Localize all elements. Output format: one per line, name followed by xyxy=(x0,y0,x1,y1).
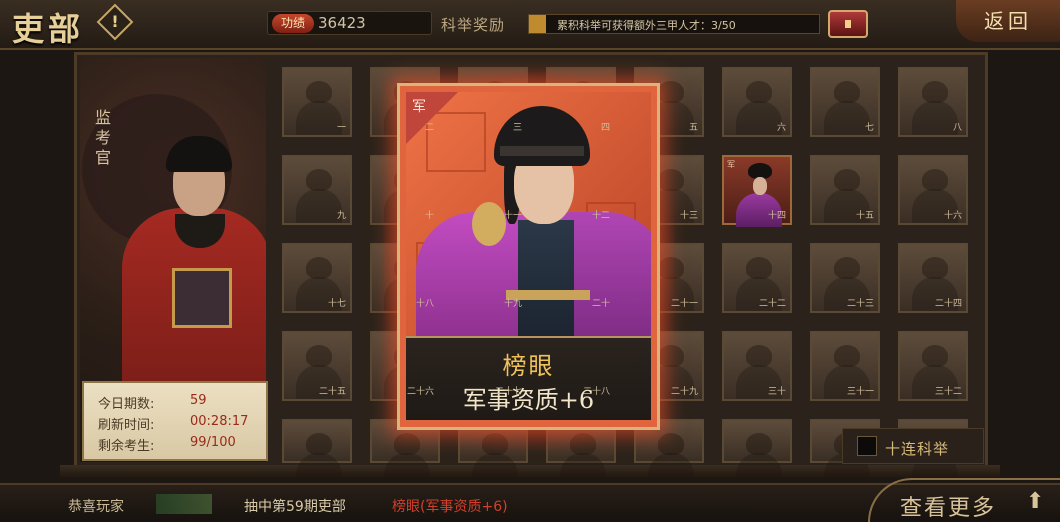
candidate-card[interactable]: 二十四 xyxy=(898,243,968,313)
candidate-card[interactable]: 九 xyxy=(282,155,352,225)
shoulder-ornament xyxy=(472,202,506,246)
card-number: 二十 xyxy=(591,299,610,309)
top-bar: 吏部 ! 功绩 36423 科举奖励 累积科举可获得额外三甲人才：3/50 返回 xyxy=(0,0,1060,50)
robe-left xyxy=(416,212,526,336)
stat-value: 00:28:17 xyxy=(190,414,249,429)
ten-pull-label: 十连科举 xyxy=(885,440,950,458)
examiner-rank-patch xyxy=(172,268,232,328)
candidate-card[interactable]: 三十二 xyxy=(898,331,968,401)
card-number: 十六 xyxy=(943,211,962,221)
exam-reward-label: 科举奖励 xyxy=(441,16,506,34)
card-number: 八 xyxy=(952,123,962,133)
candidate-card[interactable]: 一 xyxy=(282,67,352,137)
card-number: 三 xyxy=(512,123,522,133)
stat-label: 剩余考生: xyxy=(98,439,155,454)
card-number: 三十 xyxy=(767,387,786,397)
stat-label: 刷新时间: xyxy=(98,418,155,433)
card-number: 十五 xyxy=(855,211,874,221)
examiner-label: 监考官 xyxy=(94,108,111,167)
card-number: 二十五 xyxy=(318,387,346,397)
candidate-rank: 榜眼 xyxy=(502,352,555,380)
candidate-card[interactable]: 十六 xyxy=(898,155,968,225)
card-number: 五 xyxy=(688,123,698,133)
reward-progress-bar: 累积科举可获得额外三甲人才：3/50 xyxy=(528,14,820,34)
candidate-card[interactable]: 八 xyxy=(898,67,968,137)
card-number: 四 xyxy=(600,123,610,133)
inner-robe xyxy=(518,220,574,336)
card-number: 三十二 xyxy=(934,387,962,397)
stat-value: 59 xyxy=(190,393,207,408)
stat-refresh: 刷新时间: 00:28:17 xyxy=(98,414,248,433)
card-number: 二 xyxy=(424,123,434,133)
card-number: 十八 xyxy=(415,299,434,309)
merit-counter: 功绩 36423 xyxy=(267,11,432,35)
card-number: 十九 xyxy=(503,299,522,309)
candidate-card[interactable]: 三十一 xyxy=(810,331,880,401)
candidate-card[interactable]: 七 xyxy=(810,67,880,137)
decorative-curve xyxy=(868,478,1060,522)
card-number: 二十七 xyxy=(494,387,522,397)
candidate-stat: 军事资质+6 xyxy=(462,386,595,414)
merit-badge: 功绩 xyxy=(272,14,314,33)
card-number: 二十三 xyxy=(846,299,874,309)
reward-progress-fill xyxy=(529,15,547,33)
stat-remaining: 剩余考生: 99/100 xyxy=(98,435,236,454)
candidate-face xyxy=(753,177,767,195)
featured-candidate-card[interactable]: 军 榜眼 军事资质+6 xyxy=(397,83,660,430)
card-number: 十一 xyxy=(503,211,522,221)
card-number: 九 xyxy=(336,211,346,221)
player-name-blur xyxy=(156,494,212,514)
page-title: 吏部 xyxy=(12,10,85,48)
treasure-chest-icon[interactable] xyxy=(828,10,868,38)
card-number: 二十九 xyxy=(670,387,698,397)
card-number: 十三 xyxy=(679,211,698,221)
announcement-prefix: 恭喜玩家 xyxy=(68,499,124,515)
candidate-card[interactable]: 十七 xyxy=(282,243,352,313)
card-number: 六 xyxy=(776,123,786,133)
alert-icon[interactable]: ! xyxy=(96,3,134,41)
ten-pull-checkbox[interactable] xyxy=(857,436,877,456)
candidate-portrait: 军 xyxy=(406,92,651,336)
candidate-card[interactable]: 六 xyxy=(722,67,792,137)
stat-value: 99/100 xyxy=(190,435,236,450)
announcement-middle: 抽中第59期吏部 xyxy=(244,499,346,515)
candidate-card[interactable] xyxy=(722,419,792,487)
card-number: 十四 xyxy=(767,211,786,221)
ten-pull-toggle[interactable]: 十连科举 xyxy=(842,428,984,464)
stat-label: 今日期数: xyxy=(98,397,155,412)
card-number: 三十一 xyxy=(846,387,874,397)
category-tag-label: 军 xyxy=(727,160,735,169)
card-number: 二十一 xyxy=(670,299,698,309)
announcement-result: 榜眼(军事资质+6) xyxy=(392,499,508,515)
stat-periods: 今日期数: 59 xyxy=(98,393,207,412)
reward-progress-text: 累积科举可获得额外三甲人才：3/50 xyxy=(557,19,736,32)
candidate-card[interactable]: 十五 xyxy=(810,155,880,225)
card-number: 二十二 xyxy=(758,299,786,309)
candidate-info: 榜眼 军事资质+6 xyxy=(406,336,651,420)
card-number: 十 xyxy=(424,211,434,221)
official-hat xyxy=(494,106,590,166)
card-number: 二十六 xyxy=(406,387,434,397)
category-tag-label: 军 xyxy=(412,99,426,115)
card-number: 二十四 xyxy=(934,299,962,309)
card-number: 十七 xyxy=(327,299,346,309)
candidate-card[interactable]: 三十 xyxy=(722,331,792,401)
card-number: 十二 xyxy=(591,211,610,221)
card-number: 二十八 xyxy=(582,387,610,397)
candidate-card[interactable]: 军十四 xyxy=(722,155,792,227)
candidate-card[interactable]: 二十二 xyxy=(722,243,792,313)
back-button[interactable]: 返回 xyxy=(956,0,1060,42)
candidate-card[interactable]: 二十三 xyxy=(810,243,880,313)
candidate-card[interactable] xyxy=(282,419,352,487)
merit-value: 36423 xyxy=(318,14,366,32)
candidate-card[interactable]: 二十五 xyxy=(282,331,352,401)
card-number: 一 xyxy=(336,123,346,133)
card-number: 七 xyxy=(864,123,874,133)
exam-stats-panel: 今日期数: 59 刷新时间: 00:28:17 剩余考生: 99/100 xyxy=(82,381,268,461)
exclamation-icon: ! xyxy=(111,12,119,31)
